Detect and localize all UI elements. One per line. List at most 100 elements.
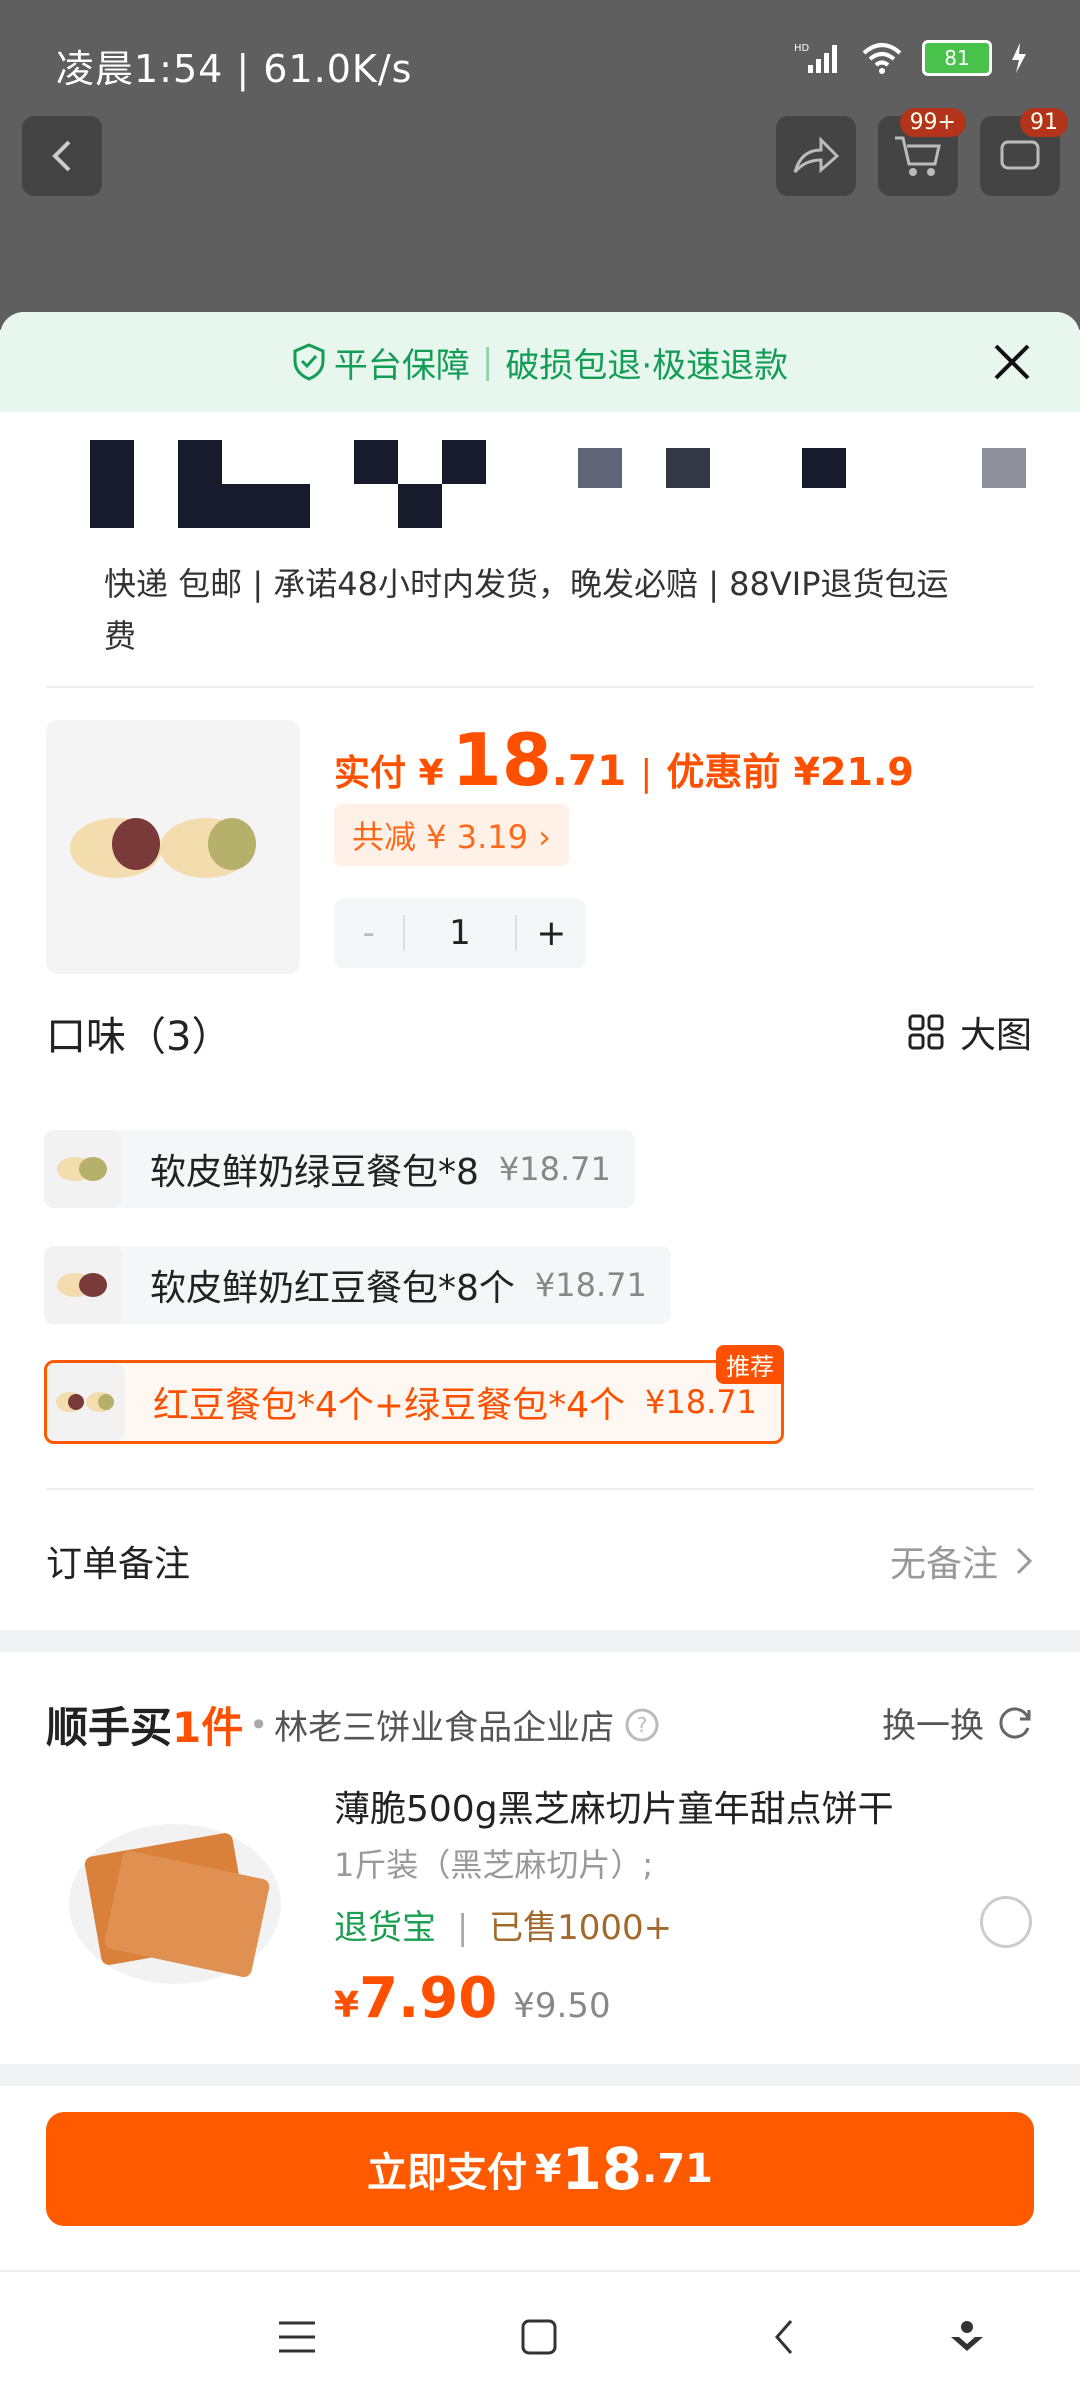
addon-original-price: ¥9.50 <box>513 1986 611 2026</box>
chevron-right-icon <box>1016 1547 1033 1575</box>
price-line: 实付 ¥ 18 .71 | 优惠前 ¥21.9 <box>334 718 914 802</box>
addon-dot: • <box>249 1705 269 1744</box>
big-image-label: 大图 <box>959 1015 1032 1056</box>
refresh-icon <box>999 1707 1031 1738</box>
paid-label: 实付 ¥ <box>334 753 444 794</box>
cart-button[interactable]: 99+ <box>878 108 966 196</box>
address-redacted <box>50 440 1030 530</box>
option-name: 软皮鲜奶红豆餐包*8个 <box>150 1268 515 1309</box>
flavor-title: 口味（3） <box>46 1014 232 1060</box>
return-tag: 退货宝 <box>334 1908 436 1948</box>
wifi-icon <box>862 43 902 74</box>
big-image-toggle[interactable]: 大图 <box>908 1006 1032 1058</box>
option-price: ¥18.71 <box>534 1266 647 1304</box>
quantity-stepper: - 1 + <box>334 898 586 968</box>
plus-button[interactable]: + <box>517 913 586 954</box>
section-gap <box>0 2064 1080 2086</box>
sold-tag: 已售1000+ <box>489 1908 673 1948</box>
price-separator: | <box>640 753 653 794</box>
addon-logo: 顺手买1件 <box>46 1703 244 1752</box>
addon-title[interactable]: 薄脆500g黑芝麻切片童年甜点饼干 <box>334 1780 894 1832</box>
svg-text:?: ? <box>637 1713 648 1737</box>
guarantee-part2: 破损包退·极速退款 <box>505 345 789 386</box>
home-square-icon <box>521 2319 557 2355</box>
pay-label: 立即支付 <box>366 2150 527 2196</box>
addon-header: 顺手买1件 • 林老三饼业食品企业店 ? 换一换 <box>46 1694 1034 1755</box>
flavor-option[interactable]: 软皮鲜奶红豆餐包*8个 ¥18.71 <box>44 1246 671 1324</box>
option-thumbnail <box>44 1246 122 1324</box>
svg-text:HD: HD <box>794 43 810 54</box>
assistant-icon <box>951 2321 983 2351</box>
back-button[interactable] <box>22 116 102 196</box>
addon-tags: 退货宝 | 已售1000+ <box>334 1900 672 1949</box>
menu-icon <box>279 2321 315 2353</box>
status-bar: 凌晨1:54 | 61.0K/s HD 81 <box>0 0 1080 120</box>
addon-spec: 1斤装（黑芝麻切片）; <box>334 1846 654 1884</box>
share-icon <box>793 136 840 174</box>
recommend-badge: 推荐 <box>715 1345 784 1384</box>
status-icons: HD 81 <box>794 40 1028 76</box>
option-price: ¥18.71 <box>498 1150 611 1188</box>
discount-tag[interactable]: 共减 ¥ 3.19 › <box>334 804 569 866</box>
flavor-option[interactable]: 软皮鲜奶绿豆餐包*8 ¥18.71 <box>44 1130 635 1208</box>
cart-badge: 99+ <box>899 108 966 137</box>
remark-value: 无备注 <box>889 1544 998 1585</box>
paid-price-int: 18 <box>451 718 552 802</box>
remark-value-wrap: 无备注 <box>890 1535 1034 1587</box>
option-price: ¥18.71 <box>644 1383 757 1421</box>
assistant-button[interactable] <box>942 2312 992 2362</box>
paid-price-dec: .71 <box>551 746 627 795</box>
option-thumbnail <box>47 1363 125 1441</box>
message-badge: 91 <box>1020 108 1068 137</box>
addon-select-radio[interactable] <box>980 1896 1032 1948</box>
status-time: 凌晨1:54 | 61.0K/s <box>56 47 413 91</box>
pay-dec: .71 <box>642 2146 714 2192</box>
message-button[interactable]: 91 <box>980 108 1068 196</box>
swap-button[interactable]: 换一换 <box>882 1698 1034 1747</box>
product-image[interactable] <box>46 720 300 974</box>
pay-yen: ¥ <box>534 2147 562 2191</box>
option-name: 红豆餐包*4个+绿豆餐包*4个 <box>153 1385 625 1426</box>
addon-price-yen: ¥ <box>334 1985 360 2026</box>
chevron-left-icon <box>52 140 71 172</box>
shield-check-icon <box>293 343 325 381</box>
system-nav-bar <box>0 2270 1080 2402</box>
chevron-left-icon <box>775 2320 793 2354</box>
quantity-value[interactable]: 1 <box>403 913 517 953</box>
price-before-discount: 优惠前 ¥21.9 <box>666 750 914 794</box>
guarantee-separator: | <box>481 342 494 382</box>
battery-indicator: 81 <box>922 40 992 76</box>
close-icon[interactable] <box>992 342 1032 382</box>
home-button[interactable] <box>514 2312 564 2362</box>
flavor-option-selected[interactable]: 红豆餐包*4个+绿豆餐包*4个 ¥18.71 推荐 <box>44 1345 784 1444</box>
guarantee-part1: 平台保障 <box>333 345 470 386</box>
order-sheet: 平台保障 | 破损包退·极速退款 快递 包邮 | 承诺48小时内发货，晚发必赔 … <box>0 312 1080 2400</box>
option-name: 软皮鲜奶绿豆餐包*8 <box>150 1152 479 1193</box>
order-remark-row[interactable]: 订单备注 无备注 <box>46 1518 1034 1604</box>
divider <box>46 686 1034 688</box>
addon-price: ¥ 7.90 ¥9.50 <box>334 1966 611 2031</box>
addon-price-value: 7.90 <box>359 1966 498 2031</box>
menu-button[interactable] <box>272 2312 322 2362</box>
share-button[interactable] <box>776 116 856 196</box>
shipping-info: 快递 包邮 | 承诺48小时内发货，晚发必赔 | 88VIP退货包运费 <box>104 565 949 655</box>
remark-label: 订单备注 <box>46 1544 191 1585</box>
help-icon[interactable]: ? <box>624 1707 660 1743</box>
section-gap <box>0 1630 1080 1652</box>
addon-shop[interactable]: 林老三饼业食品企业店 <box>274 1700 614 1749</box>
pay-now-button[interactable]: 立即支付 ¥ 18 .71 <box>46 2112 1034 2226</box>
divider <box>46 1488 1034 1490</box>
minus-button[interactable]: - <box>334 913 403 953</box>
charging-icon <box>1012 43 1026 73</box>
message-icon <box>1000 140 1040 170</box>
pay-int: 18 <box>561 2135 643 2203</box>
cart-icon <box>895 136 941 176</box>
signal-icon: HD <box>794 43 837 73</box>
swap-label: 换一换 <box>882 1706 984 1746</box>
tag-separator: | <box>456 1908 469 1948</box>
addon-product-image[interactable] <box>62 1784 288 2010</box>
back-nav-button[interactable] <box>760 2312 810 2362</box>
option-thumbnail <box>44 1130 122 1208</box>
guarantee-banner: 平台保障 | 破损包退·极速退款 <box>0 312 1080 412</box>
grid-icon <box>908 1014 944 1050</box>
